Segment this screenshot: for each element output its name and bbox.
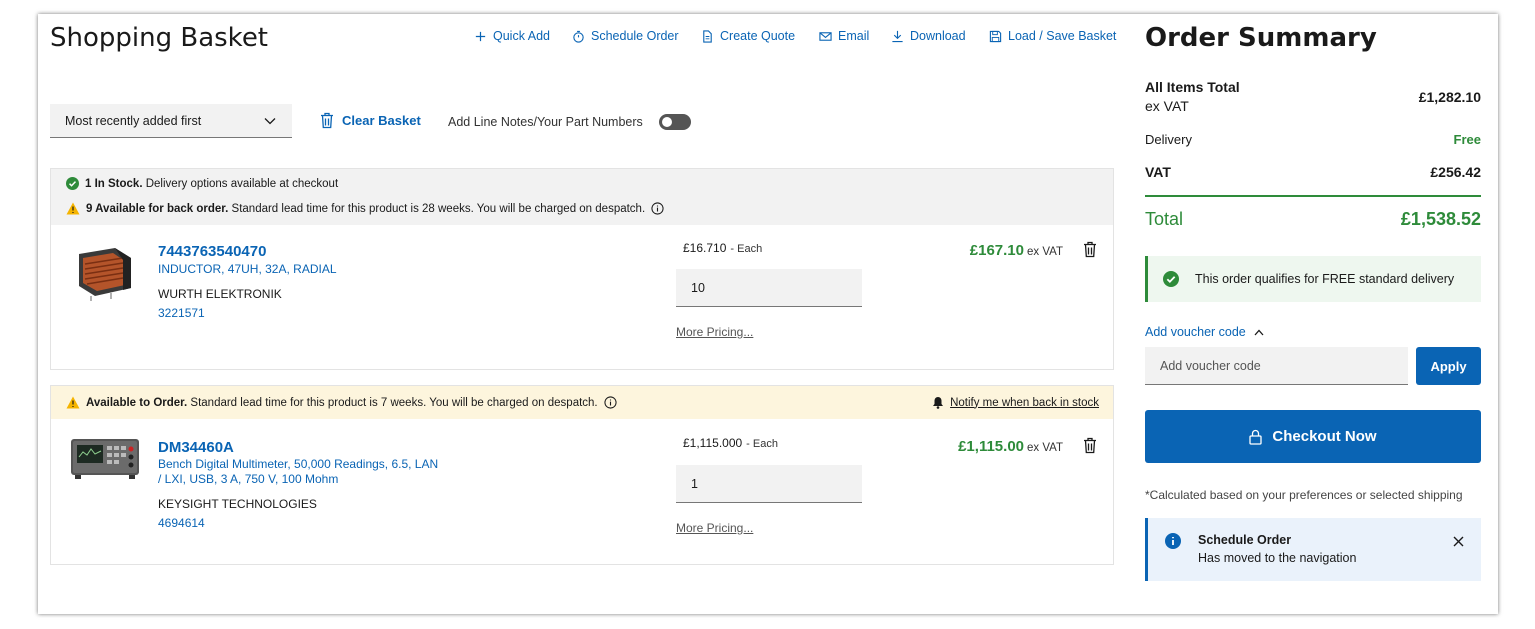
item-line-total: £167.10 ex VAT bbox=[969, 242, 1063, 259]
item-part-number[interactable]: 7443763540470 bbox=[158, 243, 266, 260]
bell-icon bbox=[933, 397, 944, 409]
checkout-now-button[interactable]: Checkout Now bbox=[1145, 410, 1481, 463]
basket-item: 1 In Stock. Delivery options available a… bbox=[50, 168, 1114, 370]
quantity-input[interactable] bbox=[676, 465, 862, 503]
delivery-row: Delivery Free bbox=[1145, 132, 1481, 147]
line-notes-label: Add Line Notes/Your Part Numbers bbox=[448, 115, 643, 129]
item-part-number[interactable]: DM34460A bbox=[158, 439, 234, 456]
free-delivery-notice: This order qualifies for FREE standard d… bbox=[1145, 256, 1481, 302]
more-pricing-link[interactable]: More Pricing... bbox=[676, 521, 753, 535]
vat-row: VAT £256.42 bbox=[1145, 164, 1481, 197]
items-total-row: All Items Total ex VAT £1,282.10 bbox=[1145, 79, 1481, 114]
email-button[interactable]: Email bbox=[819, 29, 869, 43]
schedule-notice-message: Has moved to the navigation bbox=[1198, 551, 1357, 565]
item-unit-price: £1,115.000- Each bbox=[683, 436, 778, 450]
download-button[interactable]: Download bbox=[891, 29, 966, 43]
items-total-value: £1,282.10 bbox=[1418, 89, 1481, 105]
trash-icon bbox=[321, 112, 333, 129]
warning-icon bbox=[66, 202, 80, 215]
check-circle-icon bbox=[1163, 271, 1179, 287]
delivery-value: Free bbox=[1453, 132, 1481, 147]
remove-item-icon[interactable] bbox=[1083, 241, 1097, 258]
apply-voucher-button[interactable]: Apply bbox=[1416, 347, 1481, 385]
clear-basket-button[interactable]: Clear Basket bbox=[320, 112, 421, 129]
close-icon[interactable] bbox=[1453, 536, 1464, 547]
inductor-product-image[interactable] bbox=[71, 244, 137, 302]
schedule-order-notice: Schedule Order Has moved to the navigati… bbox=[1145, 518, 1481, 581]
more-pricing-link[interactable]: More Pricing... bbox=[676, 325, 753, 339]
envelope-icon bbox=[819, 31, 832, 41]
multimeter-product-image[interactable] bbox=[69, 435, 141, 480]
item-manufacturer: KEYSIGHT TECHNOLOGIES bbox=[158, 497, 317, 511]
sort-select-value: Most recently added first bbox=[65, 113, 202, 128]
schedule-order-button[interactable]: Schedule Order bbox=[572, 29, 679, 43]
total-row: Total £1,538.52 bbox=[1145, 209, 1481, 229]
basket-item: Available to Order. Standard lead time f… bbox=[50, 385, 1114, 565]
voucher-toggle[interactable]: Add voucher code bbox=[1145, 325, 1264, 339]
info-icon[interactable] bbox=[651, 202, 664, 215]
sort-select[interactable]: Most recently added first bbox=[50, 104, 292, 138]
create-quote-button[interactable]: Create Quote bbox=[701, 29, 795, 43]
info-filled-icon bbox=[1165, 533, 1181, 549]
warning-icon bbox=[66, 396, 80, 409]
basket-page: Shopping Basket Quick Add Schedule Order… bbox=[38, 14, 1498, 614]
item-manufacturer: WURTH ELEKTRONIK bbox=[158, 287, 282, 301]
line-notes-toggle[interactable] bbox=[659, 114, 691, 130]
order-banner: Available to Order. Standard lead time f… bbox=[51, 386, 1113, 419]
stock-banner: 1 In Stock. Delivery options available a… bbox=[51, 169, 1113, 225]
info-icon[interactable] bbox=[604, 396, 617, 409]
quantity-input[interactable] bbox=[676, 269, 862, 307]
load-save-basket-button[interactable]: Load / Save Basket bbox=[989, 29, 1116, 43]
download-icon bbox=[892, 30, 903, 42]
quick-add-button[interactable]: Quick Add bbox=[474, 29, 550, 43]
plus-icon bbox=[475, 31, 486, 41]
remove-item-icon[interactable] bbox=[1083, 437, 1097, 454]
lock-icon bbox=[1249, 429, 1263, 445]
save-icon bbox=[989, 30, 1002, 42]
page-title: Shopping Basket bbox=[50, 23, 269, 53]
calculation-note: *Calculated based on your preferences or… bbox=[1145, 488, 1463, 502]
order-summary-title: Order Summary bbox=[1145, 23, 1377, 53]
stopwatch-icon bbox=[573, 30, 584, 43]
item-description[interactable]: INDUCTOR, 47UH, 32A, RADIAL bbox=[158, 262, 337, 277]
check-circle-icon bbox=[66, 177, 79, 190]
item-description[interactable]: Bench Digital Multimeter, 50,000 Reading… bbox=[158, 457, 438, 487]
schedule-notice-title: Schedule Order bbox=[1198, 533, 1292, 547]
notify-me-link[interactable]: Notify me when back in stock bbox=[932, 396, 1099, 409]
document-icon bbox=[703, 29, 712, 43]
item-order-code[interactable]: 4694614 bbox=[158, 516, 205, 530]
vat-value: £256.42 bbox=[1430, 164, 1481, 180]
item-order-code[interactable]: 3221571 bbox=[158, 306, 205, 320]
chevron-down-icon bbox=[264, 117, 276, 124]
item-unit-price: £16.710- Each bbox=[683, 241, 763, 255]
chevron-up-icon bbox=[1254, 329, 1264, 335]
voucher-code-input[interactable] bbox=[1145, 347, 1408, 385]
item-line-total: £1,115.00 ex VAT bbox=[958, 438, 1063, 455]
total-value: £1,538.52 bbox=[1400, 209, 1481, 229]
